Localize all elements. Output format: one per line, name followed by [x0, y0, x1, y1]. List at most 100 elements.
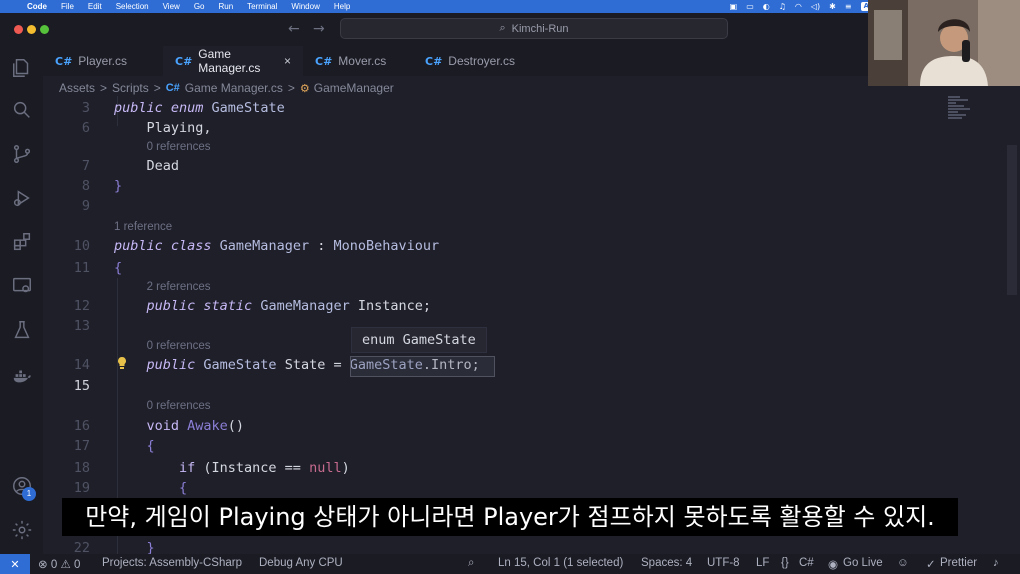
run-debug-icon[interactable]	[10, 186, 34, 210]
source-control-icon[interactable]	[10, 142, 34, 166]
bluetooth-icon[interactable]: ✱	[829, 2, 836, 11]
volume-icon[interactable]: ◁)	[811, 2, 820, 11]
breadcrumb-file[interactable]: Game Manager.cs	[185, 81, 283, 95]
code-line: 8}	[43, 176, 983, 196]
close-window-button[interactable]	[14, 25, 23, 34]
line-number: 3	[81, 100, 90, 116]
code-token: null	[309, 460, 342, 476]
codelens-references[interactable]: 0 references	[147, 400, 211, 414]
menu-go[interactable]: Go	[194, 2, 205, 11]
indentation-setting[interactable]: Spaces: 4	[641, 557, 692, 569]
tab-game-manager-cs[interactable]: C# Game Manager.cs ×	[163, 46, 303, 76]
line-number: 9	[81, 198, 90, 214]
debug-config[interactable]: Debug Any CPU	[259, 557, 343, 569]
cursor-position[interactable]: Ln 15, Col 1 (1 selected)	[498, 557, 623, 569]
remote-explorer-icon[interactable]	[10, 274, 34, 298]
breadcrumb-scripts[interactable]: Scripts	[112, 81, 149, 95]
go-live-button[interactable]: Go Live	[843, 557, 883, 569]
code-token: }	[114, 178, 123, 194]
code-line: 17 {	[43, 436, 983, 456]
screen-record-icon[interactable]: ▣	[730, 2, 738, 11]
codelens-references[interactable]: 2 references	[147, 281, 211, 295]
menu-run[interactable]: Run	[218, 2, 233, 11]
language-mode[interactable]: C#	[799, 557, 814, 569]
code-editor[interactable]: 3 public enum GameState 6 Playing, 0 refere…	[43, 96, 983, 554]
code-token: {	[114, 260, 123, 276]
code-line: 19 {	[43, 478, 983, 498]
testing-flask-icon[interactable]	[10, 318, 34, 342]
menu-selection[interactable]: Selection	[116, 2, 149, 11]
hover-highlight-range	[350, 356, 495, 377]
music-icon[interactable]: ♫	[779, 2, 786, 11]
code-token: }	[114, 540, 155, 554]
breadcrumb-class[interactable]: GameManager	[314, 81, 394, 95]
csharp-file-icon: C#	[165, 82, 180, 94]
breadcrumb-assets[interactable]: Assets	[59, 81, 95, 95]
remote-indicator-button[interactable]: ✕	[0, 554, 30, 574]
search-icon[interactable]	[10, 98, 34, 122]
activity-bar: 1	[0, 46, 43, 554]
codelens-references[interactable]: 1 reference	[114, 221, 172, 235]
code-token: {	[114, 480, 188, 496]
braces-icon[interactable]: {}	[781, 557, 789, 569]
code-token: Dead	[114, 158, 180, 174]
go-live-icon[interactable]: ◉	[828, 557, 838, 571]
line-number: 14	[73, 357, 90, 373]
code-line: 12 public static GameManager Instance;	[43, 296, 983, 316]
problems-indicator[interactable]: ⊗ 0 ⚠ 0	[38, 557, 80, 571]
prettier-status[interactable]: Prettier	[940, 557, 977, 569]
account-notification-badge: 1	[22, 487, 36, 501]
menu-file[interactable]: File	[61, 2, 74, 11]
maximize-window-button[interactable]	[40, 25, 49, 34]
video-subtitle: 만약, 게임이 Playing 상태가 아니라면 Player가 점프하지 못하…	[62, 498, 958, 536]
command-center-search[interactable]: ⌕ Kimchi-Run	[340, 18, 728, 39]
docker-icon[interactable]	[10, 364, 34, 388]
headphones-icon[interactable]: ◠	[795, 2, 802, 11]
code-line: 22 }	[43, 538, 983, 554]
file-encoding[interactable]: UTF-8	[707, 557, 740, 569]
code-text: void Awake()	[114, 416, 245, 436]
tab-label: Mover.cs	[338, 54, 387, 68]
line-number: 15	[73, 378, 90, 394]
menu-terminal[interactable]: Terminal	[247, 2, 277, 11]
window-title-bar: ← → ⌕ Kimchi-Run	[0, 13, 1020, 46]
line-number: 8	[81, 178, 90, 194]
code-token: public enum	[114, 100, 212, 116]
control-center-icon[interactable]: ≡	[845, 2, 852, 11]
csharp-file-icon: C#	[315, 54, 333, 68]
focus-icon[interactable]: ◐	[763, 2, 770, 11]
zoom-search-icon[interactable]: ⌕	[468, 557, 474, 570]
close-icon[interactable]: ×	[284, 54, 291, 68]
tab-destroyer-cs[interactable]: C# Destroyer.cs	[413, 46, 528, 76]
code-line: 11 {	[43, 258, 983, 278]
menu-window[interactable]: Window	[291, 2, 319, 11]
menu-edit[interactable]: Edit	[88, 2, 102, 11]
tab-player-cs[interactable]: C# Player.cs	[43, 46, 163, 76]
menu-code[interactable]: Code	[27, 2, 47, 11]
lightbulb-icon[interactable]	[116, 356, 128, 370]
status-bar: ✕ ⊗ 0 ⚠ 0 Projects: Assembly-CSharp Debu…	[0, 554, 1020, 574]
codelens-references[interactable]: 0 references	[147, 141, 211, 155]
tab-label: Destroyer.cs	[448, 54, 515, 68]
minimap[interactable]	[948, 96, 978, 136]
code-token: State =	[276, 357, 350, 373]
prettier-check-icon[interactable]: ✓	[926, 557, 936, 571]
notifications-bell-icon[interactable]: ♪	[993, 557, 999, 569]
back-arrow-icon[interactable]: ←	[288, 21, 300, 37]
forward-arrow-icon[interactable]: →	[313, 21, 325, 37]
explorer-icon[interactable]	[10, 56, 34, 80]
end-of-line[interactable]: LF	[756, 557, 769, 569]
editor-scrollbar[interactable]	[1007, 145, 1017, 295]
codelens-references[interactable]: 0 references	[147, 340, 211, 354]
display-icon[interactable]: ▭	[746, 2, 754, 11]
manage-gear-icon[interactable]	[10, 518, 34, 542]
copilot-icon[interactable]: ☺	[897, 557, 909, 569]
menu-help[interactable]: Help	[334, 2, 350, 11]
minimize-window-button[interactable]	[27, 25, 36, 34]
extensions-icon[interactable]	[10, 230, 34, 254]
line-number: 16	[73, 418, 90, 434]
project-selector[interactable]: Projects: Assembly-CSharp	[102, 557, 242, 569]
code-text: public class GameManager : MonoBehaviour	[114, 236, 439, 256]
menu-view[interactable]: View	[163, 2, 180, 11]
tab-mover-cs[interactable]: C# Mover.cs	[303, 46, 413, 76]
